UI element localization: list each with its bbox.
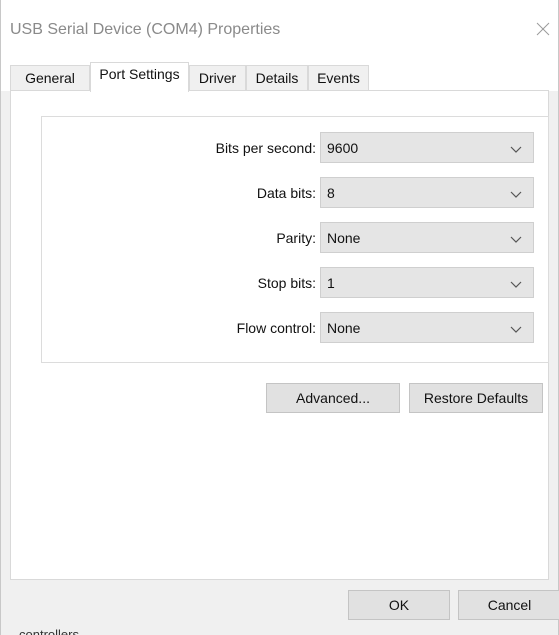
close-icon: [536, 22, 550, 36]
flow-control-label: Flow control:: [236, 320, 316, 336]
data-bits-select[interactable]: 8: [320, 177, 534, 208]
tab-strip: General Port Settings Driver Details Eve…: [1, 62, 558, 92]
advanced-button[interactable]: Advanced...: [266, 383, 400, 413]
tab-label: Port Settings: [99, 66, 180, 82]
tab-general[interactable]: General: [10, 65, 90, 90]
properties-dialog: USB Serial Device (COM4) Properties Gene…: [0, 0, 559, 635]
cancel-button-label: Cancel: [487, 597, 532, 613]
port-settings-group: Bits per second: 9600 Data bits: 8 Parit…: [41, 116, 549, 363]
parity-label: Parity:: [276, 230, 316, 246]
flow-control-value: None: [327, 320, 361, 336]
tab-label: Driver: [198, 70, 237, 86]
tab-label: Details: [255, 70, 299, 86]
window-title: USB Serial Device (COM4) Properties: [10, 21, 281, 38]
data-bits-value: 8: [327, 185, 335, 201]
stop-bits-select[interactable]: 1: [320, 267, 534, 298]
parity-value: None: [327, 230, 361, 246]
port-settings-page: Bits per second: 9600 Data bits: 8 Parit…: [10, 90, 549, 580]
stop-bits-label: Stop bits:: [257, 275, 316, 291]
restore-defaults-button-label: Restore Defaults: [423, 390, 529, 406]
advanced-button-label: Advanced...: [296, 390, 370, 406]
parity-select[interactable]: None: [320, 222, 534, 253]
tab-details[interactable]: Details: [246, 65, 308, 90]
chevron-down-icon: [510, 281, 522, 288]
chevron-down-icon: [510, 326, 522, 333]
tab-events[interactable]: Events: [308, 65, 369, 90]
dialog-button-bar: OK Cancel: [1, 580, 559, 635]
cancel-button[interactable]: Cancel: [458, 590, 559, 620]
chevron-down-icon: [510, 191, 522, 198]
tab-port-settings[interactable]: Port Settings: [90, 62, 189, 92]
tab-label: Events: [317, 70, 360, 86]
bits-per-second-label: Bits per second:: [215, 140, 316, 156]
stop-bits-value: 1: [327, 275, 335, 291]
close-button[interactable]: [528, 14, 558, 44]
chevron-down-icon: [510, 146, 522, 153]
chevron-down-icon: [510, 236, 522, 243]
data-bits-label: Data bits:: [256, 185, 316, 201]
flow-control-select[interactable]: None: [320, 312, 534, 343]
ok-button[interactable]: OK: [348, 590, 450, 620]
tab-driver[interactable]: Driver: [189, 65, 246, 90]
bits-per-second-value: 9600: [327, 140, 359, 156]
tab-label: General: [25, 70, 75, 86]
bits-per-second-select[interactable]: 9600: [320, 132, 534, 163]
restore-defaults-button[interactable]: Restore Defaults: [409, 383, 543, 413]
background-window-text: controllers: [19, 627, 79, 635]
title-bar: USB Serial Device (COM4) Properties: [1, 0, 558, 62]
ok-button-label: OK: [388, 597, 410, 613]
